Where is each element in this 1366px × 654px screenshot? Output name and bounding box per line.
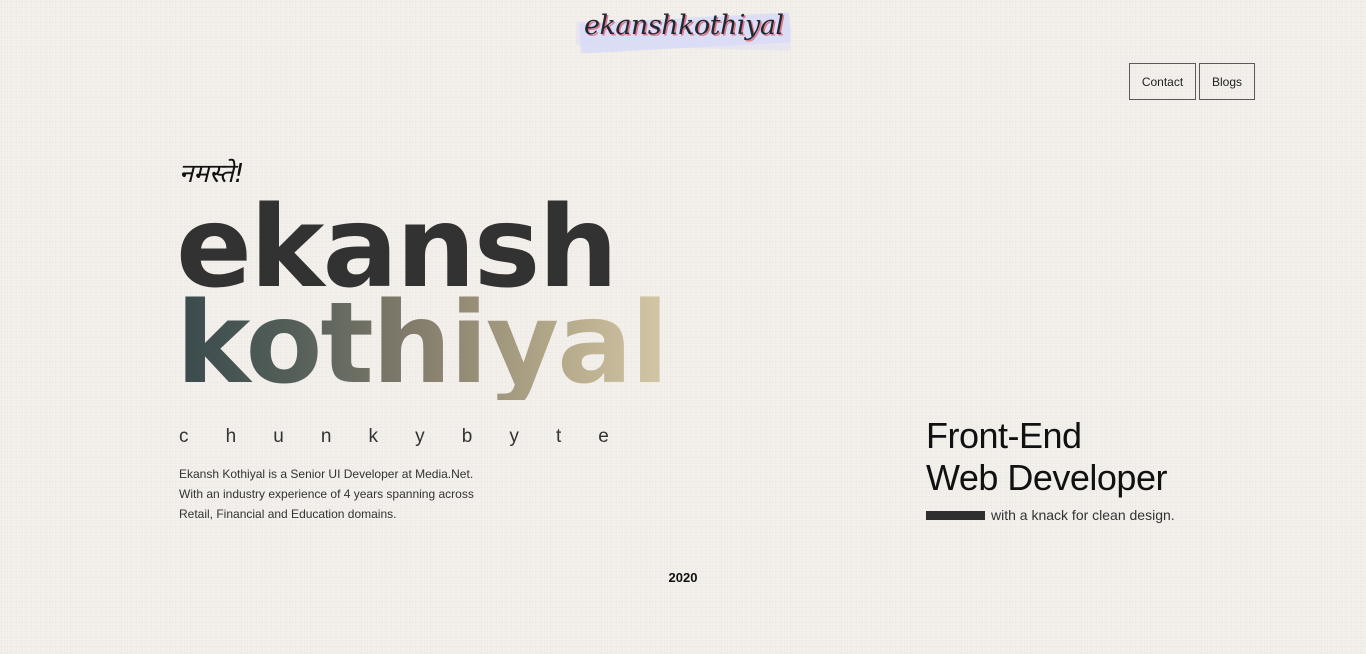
handle-letter: b [461, 426, 473, 447]
handle-letter: n [320, 426, 332, 447]
handle-letter: c [179, 426, 189, 447]
top-nav: Contact Blogs [1129, 63, 1255, 100]
role-line-2: Web Developer [926, 457, 1167, 498]
bio-line: Ekansh Kothiyal is a Senior UI Developer… [179, 467, 474, 481]
role-heading: Front-End Web Developer [926, 415, 1167, 499]
handle-letter: t [555, 426, 562, 447]
handle-letter: y [509, 426, 519, 447]
handle-text: c h u n k y b y t e [179, 426, 609, 448]
contact-button[interactable]: Contact [1129, 63, 1196, 100]
role-line-1: Front-End [926, 415, 1082, 456]
tagline-text: with a knack for clean design. [991, 507, 1175, 523]
handle-letter: k [368, 426, 379, 447]
blogs-button[interactable]: Blogs [1199, 63, 1255, 100]
logo-text: ekanshkothiyal [584, 10, 784, 41]
handle-letter: u [273, 426, 284, 447]
role-tagline: with a knack for clean design. [926, 507, 1175, 523]
site-logo[interactable]: ekanshkothiyal [572, 4, 798, 64]
handle-letter: e [598, 426, 609, 447]
bio-line: With an industry experience of 4 years s… [179, 487, 474, 501]
tagline-accent-bar [926, 510, 985, 520]
handle-letter: h [225, 426, 237, 447]
handle-letter: y [415, 426, 425, 447]
bio-line: Retail, Financial and Education domains. [179, 507, 397, 521]
bio-paragraph: Ekansh Kothiyal is a Senior UI Developer… [179, 464, 474, 524]
footer-year: 2020 [668, 570, 698, 585]
last-name-heading: kothiyal [176, 279, 669, 409]
